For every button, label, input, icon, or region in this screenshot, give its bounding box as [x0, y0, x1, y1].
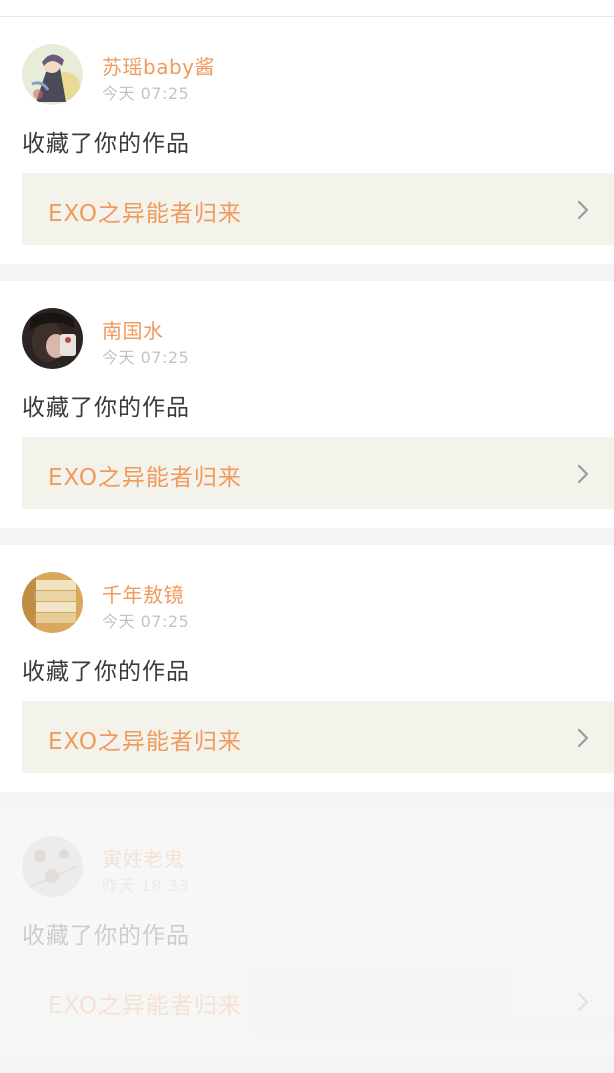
- chevron-right-icon: [577, 464, 589, 484]
- avatar[interactable]: [22, 44, 83, 105]
- action-text: 收藏了你的作品: [22, 659, 190, 685]
- avatar[interactable]: [22, 572, 83, 633]
- top-bar: [0, 0, 614, 17]
- avatar-pattern-icon: [22, 836, 83, 897]
- timestamp: 昨天 18:33: [102, 876, 190, 895]
- timestamp: 今天 07:25: [102, 348, 190, 367]
- work-title: EXO之异能者归来: [48, 993, 242, 1019]
- avatar-photo-person-icon: [22, 308, 83, 369]
- work-title: EXO之异能者归来: [48, 729, 242, 755]
- work-title: EXO之异能者归来: [48, 465, 242, 491]
- avatar[interactable]: [22, 836, 83, 897]
- action-text: 收藏了你的作品: [22, 131, 190, 157]
- notification-card: 千年敖镜 今天 07:25 收藏了你的作品 EXO之异能者归来: [0, 545, 614, 792]
- action-text: 收藏了你的作品: [22, 923, 190, 949]
- work-link[interactable]: EXO之异能者归来: [22, 173, 614, 245]
- notification-card: 南国水 今天 07:25 收藏了你的作品 EXO之异能者归来: [0, 281, 614, 528]
- username[interactable]: 寅姓老鬼: [102, 843, 184, 872]
- work-link[interactable]: EXO之异能者归来: [22, 701, 614, 773]
- chevron-right-icon: [577, 200, 589, 220]
- chevron-right-icon: [577, 992, 589, 1012]
- chevron-right-icon: [577, 728, 589, 748]
- notification-card: 苏瑶baby酱 今天 07:25 收藏了你的作品 EXO之异能者归来: [0, 17, 614, 264]
- username[interactable]: 南国水: [102, 315, 164, 344]
- username[interactable]: 千年敖镜: [102, 579, 184, 608]
- work-link[interactable]: EXO之异能者归来: [22, 437, 614, 509]
- action-text: 收藏了你的作品: [22, 395, 190, 421]
- avatar[interactable]: [22, 308, 83, 369]
- username[interactable]: 苏瑶baby酱: [102, 51, 215, 80]
- timestamp: 今天 07:25: [102, 612, 190, 631]
- work-link[interactable]: EXO之异能者归来: [22, 965, 614, 1037]
- work-title: EXO之异能者归来: [48, 201, 242, 227]
- notification-feed: 苏瑶baby酱 今天 07:25 收藏了你的作品 EXO之异能者归来 南国水 今…: [0, 17, 614, 1073]
- timestamp: 今天 07:25: [102, 84, 190, 103]
- avatar-books-icon: [22, 572, 83, 633]
- avatar-illustration-girl-icon: [22, 44, 83, 105]
- notification-card: 寅姓老鬼 昨天 18:33 收藏了你的作品 EXO之异能者归来: [0, 809, 614, 1056]
